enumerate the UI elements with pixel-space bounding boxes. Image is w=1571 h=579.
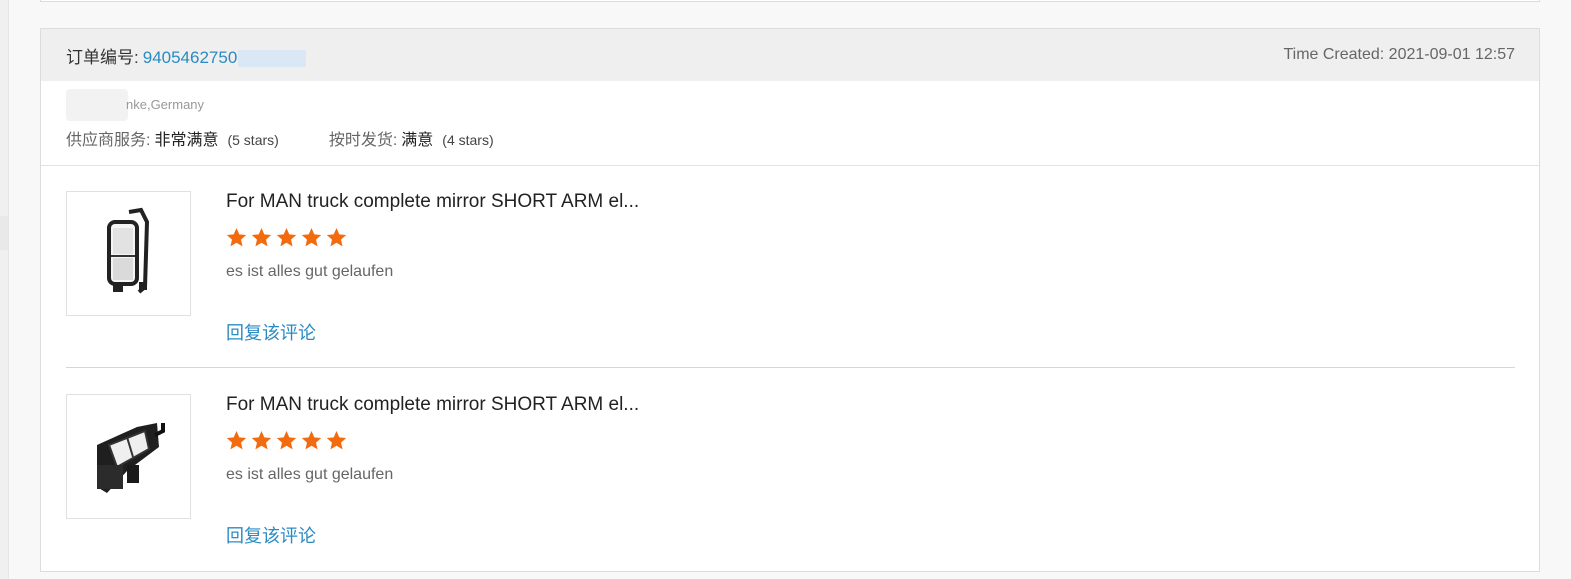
review-comment: es ist alles gut gelaufen [226,263,394,280]
star-icon [301,228,322,247]
product-thumbnail[interactable] [66,191,191,316]
review-rating [226,430,351,451]
product-title[interactable]: For MAN truck complete mirror SHORT ARM … [226,394,639,416]
truck-mirror-icon [107,207,150,294]
time-created: Time Created: 2021-09-01 12:57 [1283,46,1515,63]
star-icon [226,228,247,247]
rating-label: 按时发货: [328,132,398,149]
rating-supplier-service: 供应商服务: 非常满意 (5 stars) [66,126,279,150]
reply-review-link[interactable]: 回复该评论 [226,319,316,345]
star-icon [276,431,297,450]
product-thumbnail[interactable] [66,394,191,519]
star-icon [301,431,322,450]
truck-mirror-icon [97,423,165,493]
rating-value: 满意 [401,132,434,149]
reply-review-link[interactable]: 回复该评论 [226,522,316,548]
order-header: 订单编号: 9405462750 Time Created: 2021-09-01… [41,29,1539,81]
review-comment: es ist alles gut gelaufen [226,466,394,483]
star-icon [251,431,272,450]
redacted-order-suffix [238,49,307,67]
order-number-link[interactable]: 9405462750 [143,48,238,67]
rating-value: 非常满意 [154,132,219,149]
star-icon [276,228,297,247]
buyer-location: nke,Germany [126,97,205,112]
rating-stars: (4 stars) [442,132,494,148]
review-rating [226,227,351,248]
review-divider [66,367,1515,368]
order-review-card: 订单编号: 9405462750 Time Created: 2021-09-01… [40,28,1540,572]
buyer-info: nke,Germany 供应商服务: 非常满意 (5 stars) 按时发货: … [41,81,1539,166]
seller-ratings: 供应商服务: 非常满意 (5 stars) 按时发货: 满意 (4 stars) [66,126,494,150]
rating-on-time-shipping: 按时发货: 满意 (4 stars) [329,126,494,150]
star-icon [226,431,247,450]
star-icon [326,228,347,247]
order-id: 订单编号: 9405462750 [66,43,307,68]
star-icon [326,431,347,450]
order-number-label: 订单编号: [66,47,139,67]
sidebar-tab[interactable] [0,216,8,250]
left-sidebar-strip [0,0,9,579]
star-icon [251,228,272,247]
rating-stars: (5 stars) [227,132,279,148]
rating-label: 供应商服务: [66,132,151,149]
previous-card-edge [40,0,1540,2]
redacted-buyer-name [66,89,128,121]
product-title[interactable]: For MAN truck complete mirror SHORT ARM … [226,191,639,213]
